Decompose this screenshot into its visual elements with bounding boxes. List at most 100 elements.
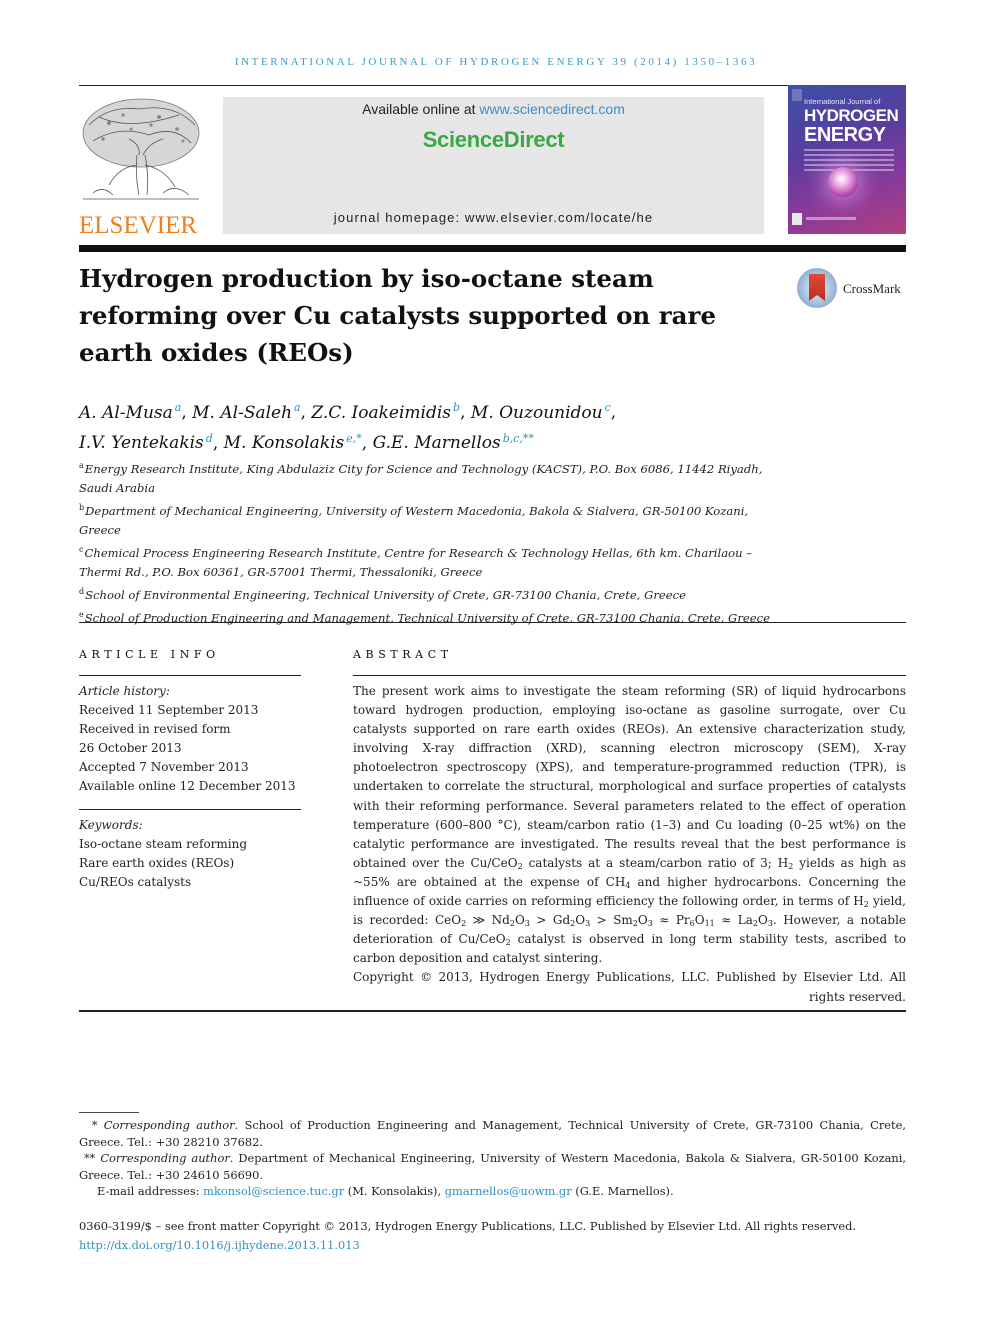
cover-line3: ENERGY — [804, 124, 886, 146]
cover-footer-text — [806, 217, 856, 220]
email-owner: (G.E. Marnellos). — [571, 1184, 674, 1198]
article-history-label: Article history: — [79, 684, 170, 698]
front-matter: 0360-3199/$ – see front matter Copyright… — [79, 1217, 906, 1254]
author-separator: , — [300, 402, 312, 423]
email-link-marnellos[interactable]: gmarnellos@uowm.gr — [445, 1184, 572, 1198]
email-link-konsolakis[interactable]: mkonsol@science.tuc.gr — [203, 1184, 344, 1198]
footnote-corresponding-1: * Corresponding author. School of Produc… — [79, 1117, 906, 1150]
cover-line2: HYDROGEN — [804, 106, 899, 125]
journal-cover[interactable]: International Journal of HYDROGEN ENERGY — [788, 85, 906, 234]
sciencedirect-link[interactable]: www.sciencedirect.com — [479, 101, 625, 117]
author-separator: , — [212, 433, 224, 454]
author[interactable]: M. Al-Saleh a — [192, 401, 300, 423]
keywords: Keywords: Iso-octane steam reforming Rar… — [79, 816, 309, 892]
footnote-mark: ** — [83, 1151, 101, 1165]
author-separator: , — [460, 402, 471, 423]
footnote-corresponding-2: ** Corresponding author. Department of M… — [79, 1150, 906, 1183]
footnote-rule — [79, 1112, 139, 1113]
article-history: Article history: Received 11 September 2… — [79, 682, 309, 796]
abstract-body: The present work aims to investigate the… — [353, 682, 906, 1007]
author-name: M. Ouzounidou — [470, 402, 603, 423]
journal-homepage[interactable]: journal homepage: www.elsevier.com/locat… — [223, 210, 764, 225]
author-affiliation-ref[interactable]: b,c,** — [503, 432, 534, 445]
sciencedirect-logo[interactable]: ScienceDirect — [223, 127, 764, 153]
abstract-text: ≈ Pr — [652, 913, 690, 928]
abstract-text: O — [757, 913, 768, 928]
author-affiliation-ref[interactable]: e,* — [346, 432, 362, 445]
available-online: Available online at www.sciencedirect.co… — [223, 101, 764, 117]
author-separator: , — [610, 402, 617, 423]
author-separator: , — [361, 433, 373, 454]
abstract-text: > Sm — [590, 913, 633, 928]
affiliation: cChemical Process Engineering Research I… — [79, 540, 779, 582]
keyword: Rare earth oxides (REOs) — [79, 856, 235, 870]
abstract-text: ≈ La — [714, 913, 753, 928]
footnote-label: Corresponding author — [103, 1118, 235, 1132]
available-prefix: Available online at — [362, 101, 480, 117]
author[interactable]: A. Al-Musa a — [79, 401, 181, 423]
elsevier-logo[interactable]: ELSEVIER — [79, 95, 203, 239]
cover-orb-graphic — [828, 167, 858, 197]
history-item: Received 11 September 2013 — [79, 703, 259, 717]
affiliation-text: Chemical Process Engineering Research In… — [79, 546, 753, 579]
email-label: E-mail addresses: — [97, 1184, 204, 1198]
abstract-text: > Gd — [529, 913, 571, 928]
section-rule — [79, 622, 906, 623]
crossmark-label: CrossMark — [843, 281, 901, 296]
author-affiliation-ref[interactable]: d — [206, 432, 213, 445]
author-name: A. Al-Musa — [79, 402, 173, 423]
footnote-emails: E-mail addresses: mkonsol@science.tuc.gr… — [79, 1183, 906, 1200]
affiliation: dSchool of Environmental Engineering, Te… — [79, 582, 779, 605]
keyword: Cu/REOs catalysts — [79, 875, 192, 889]
affiliation-text: Department of Mechanical Engineering, Un… — [79, 504, 749, 537]
author[interactable]: G.E. Marnellos b,c,** — [372, 432, 534, 454]
abstract-paragraph: The present work aims to investigate the… — [353, 682, 906, 968]
affiliation-text: Energy Research Institute, King Abdulazi… — [79, 462, 763, 495]
running-head: International Journal of Hydrogen Energy… — [234, 56, 758, 68]
front-matter-line: 0360-3199/$ – see front matter Copyright… — [79, 1219, 856, 1233]
footnotes: * Corresponding author. School of Produc… — [79, 1117, 906, 1200]
abstract-rule — [353, 675, 906, 676]
author[interactable]: M. Konsolakis e,* — [224, 432, 362, 454]
author[interactable]: I.V. Yentekakis d — [79, 432, 213, 454]
subscript: 11 — [704, 919, 715, 929]
abstract-text: O — [514, 913, 525, 928]
header-rule — [79, 245, 906, 252]
affiliation-key: b — [79, 503, 85, 512]
author[interactable]: M. Ouzounidou c — [470, 401, 611, 423]
masthead-box: Available online at www.sciencedirect.co… — [223, 97, 764, 234]
abstract-text: ≫ Nd — [466, 913, 510, 928]
affiliation-key: c — [79, 545, 84, 554]
keyword: Iso-octane steam reforming — [79, 837, 248, 851]
footnote-label: Corresponding author — [100, 1151, 230, 1165]
affiliation: eSchool of Production Engineering and Ma… — [79, 605, 779, 628]
top-rule — [79, 85, 906, 86]
abstract-heading: ABSTRACT — [353, 648, 453, 661]
elsevier-tree-icon — [82, 98, 200, 200]
doi: http://dx.doi.org/10.1016/j.ijhydene.201… — [79, 1236, 906, 1255]
author-list: A. Al-Musa a, M. Al-Saleh a, Z.C. Ioakeimi… — [79, 395, 879, 456]
email-owner: (M. Konsolakis), — [344, 1184, 445, 1198]
affiliation-text: School of Environmental Engineering, Tec… — [85, 588, 686, 602]
affiliation-key: a — [79, 461, 84, 470]
author-name: I.V. Yentekakis — [79, 433, 204, 454]
abstract-text: O — [575, 913, 586, 928]
abstract-end-rule — [79, 1010, 906, 1012]
crossmark-button[interactable]: CrossMark — [797, 268, 907, 308]
article-title: Hydrogen production by iso-octane steam … — [79, 264, 717, 367]
abstract-text: O — [637, 913, 648, 928]
affiliation: aEnergy Research Institute, King Abdulaz… — [79, 456, 779, 498]
affiliation-key: d — [79, 587, 85, 596]
keywords-label: Keywords: — [79, 818, 143, 832]
author-name: G.E. Marnellos — [372, 433, 501, 454]
history-item: Available online 12 December 2013 — [79, 779, 296, 793]
footnote-mark: * — [91, 1118, 104, 1132]
affiliation: bDepartment of Mechanical Engineering, U… — [79, 498, 779, 540]
article-info-rule — [79, 809, 301, 810]
author-separator: , — [181, 402, 193, 423]
author-name: Z.C. Ioakeimidis — [311, 402, 452, 423]
elsevier-wordmark: ELSEVIER — [79, 212, 198, 239]
author[interactable]: Z.C. Ioakeimidis b — [311, 401, 460, 423]
article-info-heading: ARTICLE INFO — [79, 648, 220, 661]
doi-link[interactable]: http://dx.doi.org/10.1016/j.ijhydene.201… — [79, 1238, 360, 1252]
